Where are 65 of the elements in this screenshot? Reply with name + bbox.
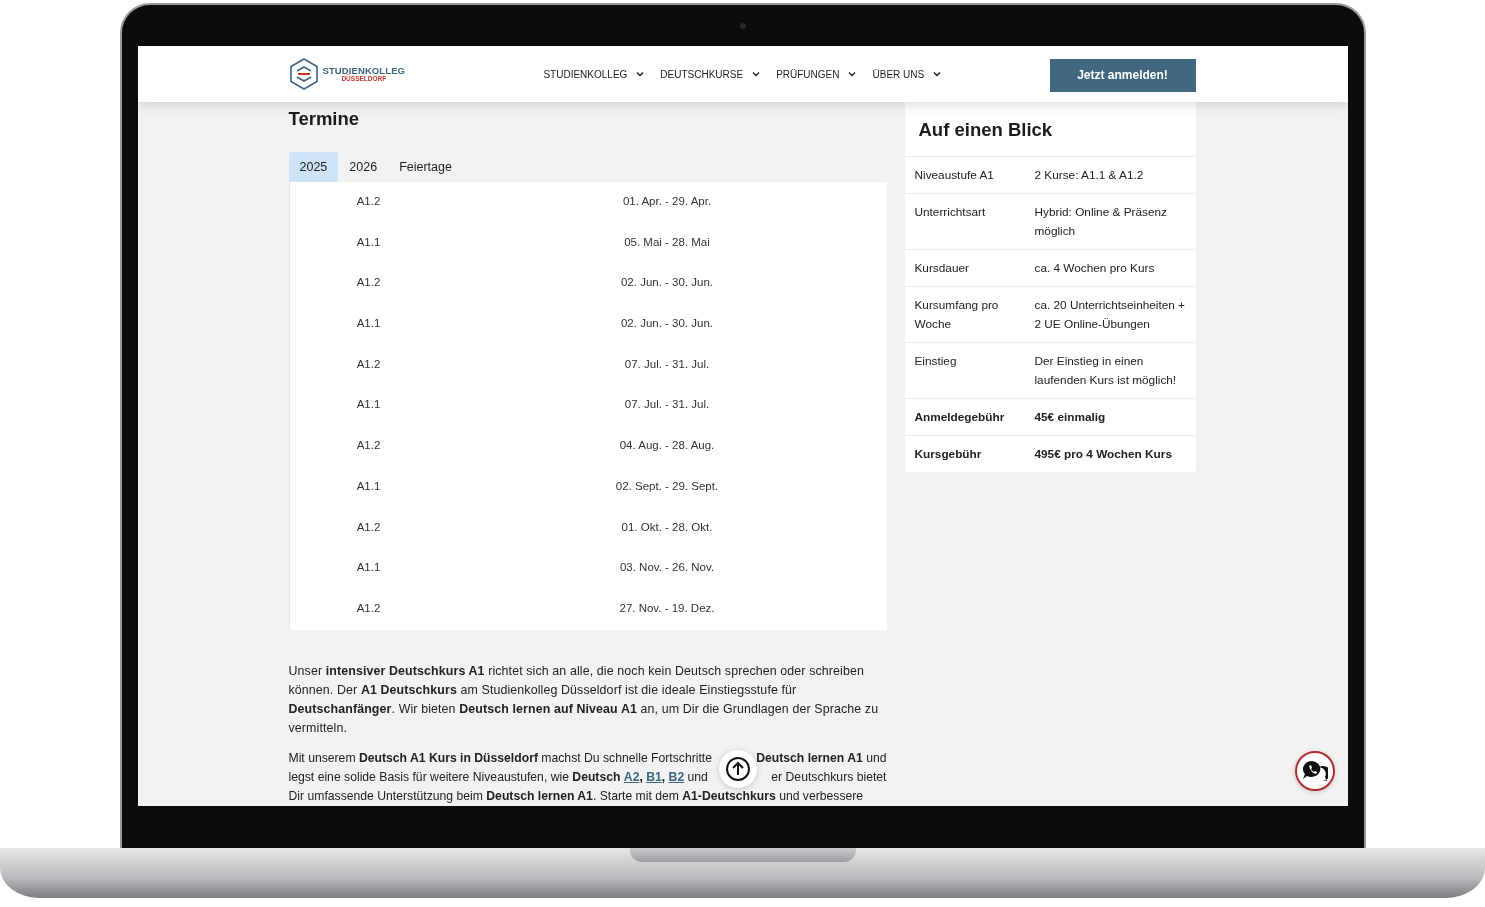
info-label: Anmeldegebühr xyxy=(914,409,1006,426)
info-value: ca. 20 Unterrichtseinheiten + 2 UE Online-Übungen xyxy=(1034,297,1186,333)
info-value: ca. 4 Wochen pro Kurs xyxy=(1034,260,1156,277)
level-cell-text: A1.2 xyxy=(355,276,382,289)
date-cell-text: 01. Okt. - 28. Okt. xyxy=(620,520,714,533)
date-cell-text: 27. Nov. - 19. Dez. xyxy=(618,601,716,614)
intro-paragraph: Unser intensiver Deutschkurs A1 richtet sich an alle, die noch kein Deutsch sprechen oder schreiben können. Der A1 Deutschkurs am Studienkolleg Düsseldorf ist die ideale Einstiegsstufe für Deutschanfänger. Wir bieten Deutsch lernen auf Niveau A1 an, um Dir die Grundlagen der Sprache zu vermitteln. xyxy=(288,662,880,737)
nav-item[interactable]: PRÜFUNGEN xyxy=(776,68,857,80)
section-title: Termine xyxy=(288,108,361,130)
info-label: Kursgebühr xyxy=(914,446,983,463)
info-value: 495€ pro 4 Wochen Kurs xyxy=(1034,446,1173,463)
level-cell-text: A1.2 xyxy=(355,195,382,207)
chevron-down-icon xyxy=(752,71,761,77)
paragraph-text: er Deutschkurs bietet xyxy=(771,768,887,786)
paragraph-text: Mit unserem Deutsch A1 Kurs in Düsseldorf machst Du schnelle Fortschritte xyxy=(288,749,713,767)
date-cell-text: 07. Jul. - 31. Jul. xyxy=(623,398,711,411)
register-button[interactable]: Jetzt anmelden! xyxy=(1049,58,1196,92)
info-value: 2 Kurse: A1.1 & A1.2 xyxy=(1034,167,1145,184)
chevron-down-icon xyxy=(636,71,645,77)
paragraph-text: legst eine solide Basis für weitere Niveaustufen, wie Deutsch A2, B1, B2 und xyxy=(288,768,708,786)
info-label: Unterrichtsart xyxy=(914,204,987,221)
scroll-to-top-button[interactable] xyxy=(718,749,757,788)
level-cell-text: A1.1 xyxy=(355,235,382,248)
chevron-down-icon xyxy=(933,71,942,77)
level-cell-text: A1.1 xyxy=(355,398,382,411)
date-cell-text: 03. Nov. - 26. Nov. xyxy=(618,561,716,574)
logo-name[interactable]: STUDIENKOLLEG xyxy=(322,65,406,75)
date-cell-text: 02. Jun. - 30. Jun. xyxy=(619,276,715,289)
info-value: 45€ einmalig xyxy=(1034,409,1107,426)
level-cell-text: A1.2 xyxy=(355,520,382,533)
arrow-up-icon xyxy=(724,755,751,782)
level-cell-text: A1.2 xyxy=(355,439,382,452)
level-cell-text: A1.1 xyxy=(355,317,382,330)
date-cell-text: 05. Mai - 28. Mai xyxy=(623,235,711,248)
date-cell-text: 02. Sept. - 29. Sept. xyxy=(614,479,720,492)
nav-item[interactable]: ÜBER UNS xyxy=(872,68,942,80)
card-title: Auf einen Blick xyxy=(904,102,1196,157)
info-label: Niveaustufe A1 xyxy=(914,167,995,184)
year-tab[interactable]: 2025 xyxy=(288,152,339,182)
logo-icon xyxy=(288,58,319,90)
level-cell-text: A1.1 xyxy=(355,561,382,574)
info-label: Einstieg xyxy=(914,353,958,370)
info-label: Kursdauer xyxy=(914,260,970,277)
date-cell-text: 01. Apr. - 29. Apr. xyxy=(621,195,713,207)
info-label: Kursumfang pro Woche xyxy=(914,297,1000,333)
year-tab[interactable]: 2026 xyxy=(338,152,389,182)
date-cell-text: 02. Jun. - 30. Jun. xyxy=(619,317,715,330)
level-cell-text: A1.2 xyxy=(355,601,382,614)
link[interactable]: B1 xyxy=(646,769,662,784)
level-cell-text: A1.2 xyxy=(355,357,382,370)
level-cell-text: A1.1 xyxy=(355,479,382,492)
info-value: Hybrid: Online & Präsenz möglich xyxy=(1034,204,1168,240)
year-tab[interactable]: Feiertage xyxy=(388,152,463,182)
camera-dot xyxy=(739,23,746,29)
date-cell-text: 04. Aug. - 28. Aug. xyxy=(618,439,716,452)
nav-item[interactable]: DEUTSCHKURSE xyxy=(660,68,761,80)
paragraph-text: Deutsch lernen A1 und xyxy=(756,749,887,767)
chat-button[interactable] xyxy=(1294,751,1335,791)
nav-item[interactable]: STUDIENKOLLEG xyxy=(543,68,645,80)
date-cell-text: 07. Jul. - 31. Jul. xyxy=(623,357,711,370)
link[interactable]: B2 xyxy=(668,769,685,784)
paragraph-text: Dir umfassende Unterstützung beim Deutsch lernen A1. Starte mit dem A1-Deutschkurs und verbessere xyxy=(288,787,864,805)
chat-bubbles-icon xyxy=(1301,760,1328,782)
chevron-down-icon xyxy=(848,71,857,77)
info-value: Der Einstieg in einen laufenden Kurs ist möglich! xyxy=(1034,353,1178,389)
